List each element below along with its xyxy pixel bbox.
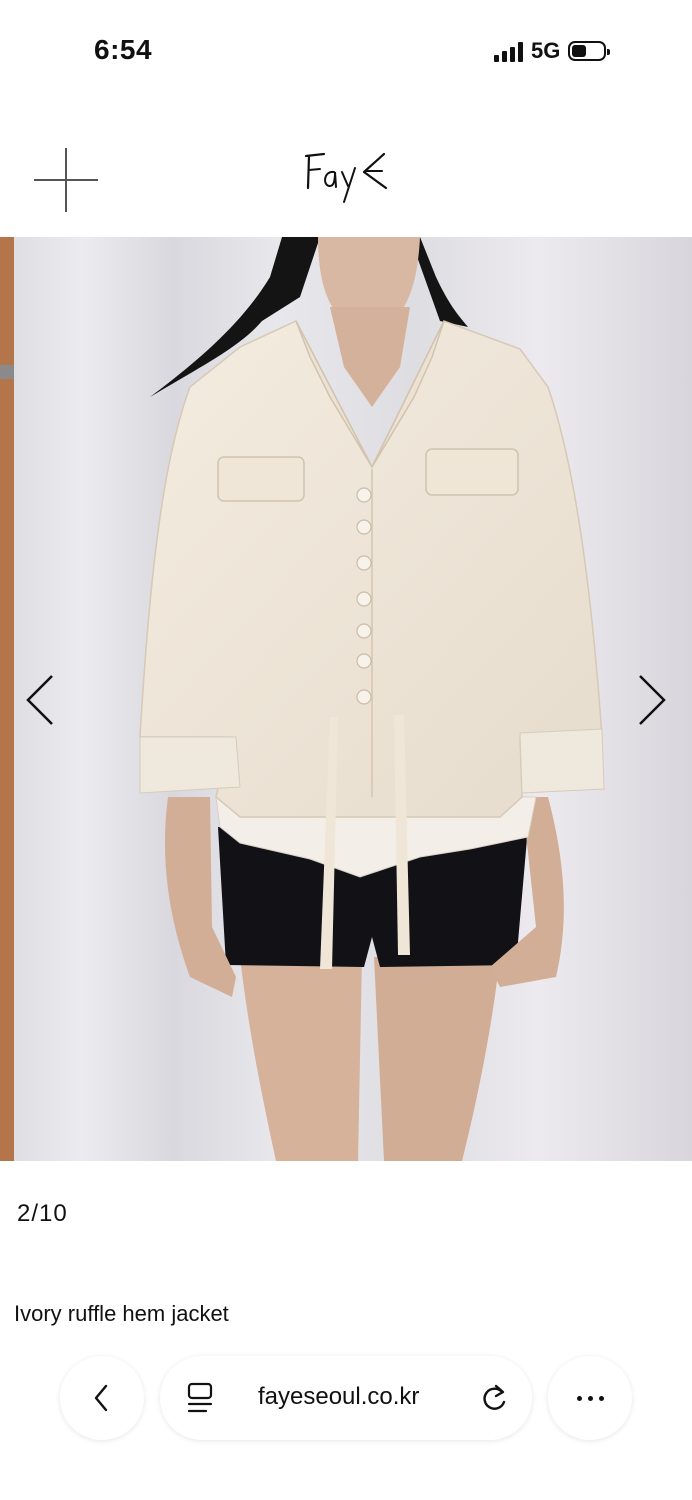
reload-icon[interactable] — [478, 1380, 510, 1416]
address-bar[interactable]: fayeseoul.co.kr — [160, 1356, 532, 1440]
product-image[interactable] — [0, 237, 692, 1161]
back-button[interactable] — [60, 1356, 144, 1440]
brand-logo[interactable] — [300, 142, 396, 206]
chevron-right-icon[interactable] — [632, 668, 672, 732]
status-indicators: 5G — [494, 36, 611, 66]
image-counter: 2/10 — [17, 1200, 68, 1227]
more-button[interactable] — [548, 1356, 632, 1440]
signal-icon — [494, 40, 523, 62]
network-label: 5G — [531, 38, 561, 63]
ellipsis-icon — [576, 1395, 604, 1401]
battery-icon — [568, 41, 611, 61]
url-text[interactable]: fayeseoul.co.kr — [258, 1383, 419, 1411]
chevron-left-icon — [94, 1384, 108, 1412]
plus-icon[interactable] — [34, 148, 98, 212]
reader-icon[interactable] — [186, 1380, 216, 1416]
product-title: Ivory ruffle hem jacket — [14, 1301, 229, 1326]
status-time: 6:54 — [94, 34, 153, 65]
chevron-left-icon[interactable] — [20, 668, 60, 732]
